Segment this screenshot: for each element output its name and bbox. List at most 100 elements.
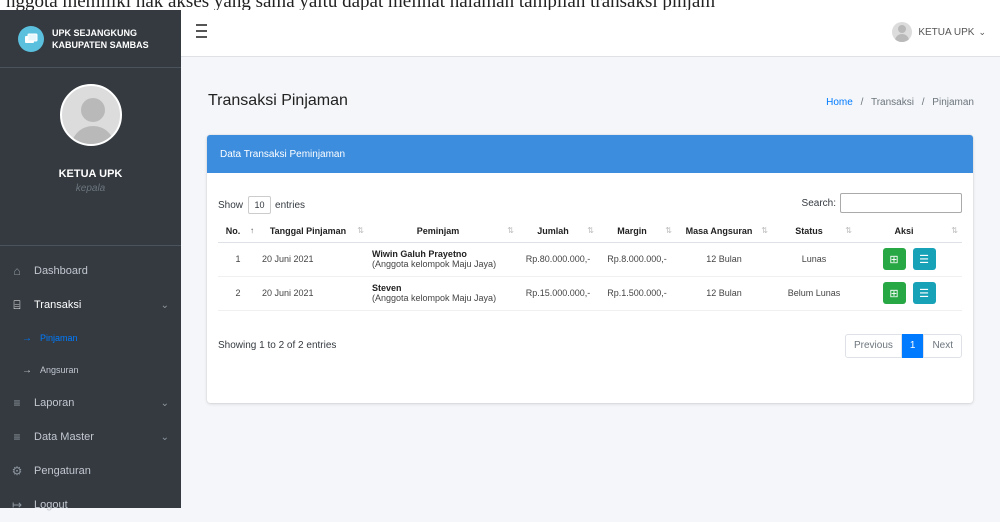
document-caption-strip: nggota memiliki hak akses yang sama yait… <box>0 0 1000 10</box>
user-menu[interactable]: KETUA UPK ⌄ <box>892 22 986 42</box>
installments-button[interactable]: ☰ <box>912 248 936 270</box>
table-header-row: No. ↑ Tanggal Pinjaman ⇅ Peminjam ⇅ Jumlah ⇅… <box>218 221 962 243</box>
sort-asc-icon: ↑ <box>250 226 254 235</box>
brand-name: UPK SEJANGKUNG KABUPATEN SAMBAS <box>52 27 149 51</box>
gear-icon: ⚙ <box>11 464 23 478</box>
user-menu-label: KETUA UPK <box>918 26 975 38</box>
cell-masa-angsuran: 12 Bulan <box>676 276 772 311</box>
column-header-masa-angsuran[interactable]: Masa Angsuran ⇅ <box>676 221 772 243</box>
list-icon: ≡ <box>13 430 21 444</box>
borrower-group: (Anggota kelompok Maju Jaya) <box>372 293 497 303</box>
arrow-right-icon: → <box>22 364 32 376</box>
borrower-name: Wiwin Galuh Prayetno <box>372 249 467 259</box>
sidebar-nav: ⌂ Dashboard ⌸ Transaksi ⌄ → Pinjaman → A… <box>0 246 181 522</box>
sort-icon: ⇅ <box>587 226 594 235</box>
chevron-down-icon: ⌄ <box>160 397 169 409</box>
show-label: Show <box>218 199 244 211</box>
sidebar-item-logout[interactable]: ↦ Logout <box>0 488 181 522</box>
detail-button[interactable]: ⊞ <box>882 282 906 304</box>
sidebar-item-dashboard[interactable]: ⌂ Dashboard <box>0 254 181 288</box>
avatar <box>59 84 122 146</box>
sidebar-item-label: Logout <box>34 499 68 511</box>
detail-button[interactable]: ⊞ <box>882 248 906 270</box>
sidebar-item-label: Angsuran <box>40 365 79 375</box>
installments-button[interactable]: ☰ <box>912 282 936 304</box>
user-name: KETUA UPK <box>58 168 123 180</box>
pagination-previous[interactable]: Previous <box>844 334 902 358</box>
table-info: Showing 1 to 2 of 2 entries <box>218 340 337 351</box>
chevron-down-icon: ⌄ <box>978 26 986 37</box>
brand-line1: UPK SEJANGKUNG <box>52 27 138 38</box>
chevron-down-icon: ⌄ <box>160 299 169 311</box>
table-row: 1 20 Juni 2021 Wiwin Galuh Prayetno (Ang… <box>218 242 962 277</box>
bank-icon: ⌸ <box>13 297 21 312</box>
pagination-page-1[interactable]: 1 <box>901 334 924 358</box>
breadcrumb-separator: / <box>921 97 925 108</box>
breadcrumb-separator: / <box>860 97 864 108</box>
sidebar-item-label: Laporan <box>34 397 75 409</box>
user-panel: KETUA UPK kepala <box>0 84 181 246</box>
sort-icon: ⇅ <box>507 226 514 235</box>
column-header-no[interactable]: No. ↑ <box>218 221 258 243</box>
list-icon: ☰ <box>919 287 929 300</box>
search-label: Search: <box>801 197 836 209</box>
borrower-name: Steven <box>372 283 402 293</box>
home-icon: ⌂ <box>13 264 21 278</box>
loan-transactions-card: Data Transaksi Peminjaman Show 10 entrie… <box>207 135 973 403</box>
cell-tanggal: 20 Juni 2021 <box>258 276 368 311</box>
column-header-jumlah[interactable]: Jumlah ⇅ <box>518 221 598 243</box>
list-icon: ☰ <box>919 253 929 266</box>
cell-tanggal: 20 Juni 2021 <box>258 242 368 277</box>
hamburger-menu-icon[interactable] <box>196 24 207 42</box>
table-controls: Show 10 entries Search: <box>218 192 962 214</box>
sidebar-item-data-master[interactable]: ≡ Data Master ⌄ <box>0 420 181 454</box>
brand-logo-icon <box>18 25 44 52</box>
sidebar-item-pengaturan[interactable]: ⚙ Pengaturan <box>0 454 181 488</box>
entries-label: entries <box>275 199 306 211</box>
table-grid-icon: ⊞ <box>889 287 899 300</box>
sidebar-item-label: Data Master <box>34 431 94 443</box>
sort-icon: ⇅ <box>357 226 364 235</box>
column-header-peminjam[interactable]: Peminjam ⇅ <box>368 221 518 243</box>
brand[interactable]: UPK SEJANGKUNG KABUPATEN SAMBAS <box>0 10 181 68</box>
column-header-aksi[interactable]: Aksi ⇅ <box>856 221 962 243</box>
cell-peminjam: Wiwin Galuh Prayetno (Anggota kelompok M… <box>368 242 518 277</box>
document-caption: nggota memiliki hak akses yang sama yait… <box>6 0 715 10</box>
breadcrumb-home[interactable]: Home <box>826 97 853 108</box>
cell-peminjam: Steven (Anggota kelompok Maju Jaya) <box>368 276 518 311</box>
cell-aksi: ⊞ ☰ <box>856 276 962 311</box>
cell-no: 1 <box>218 242 258 277</box>
sort-icon: ⇅ <box>665 226 672 235</box>
sidebar-item-transaksi[interactable]: ⌸ Transaksi ⌄ <box>0 288 181 322</box>
cell-margin: Rp.8.000.000,- <box>598 242 676 277</box>
column-header-tanggal[interactable]: Tanggal Pinjaman ⇅ <box>258 221 368 243</box>
list-icon: ≡ <box>13 396 21 410</box>
table-footer: Showing 1 to 2 of 2 entries Previous 1 N… <box>218 334 962 358</box>
search-input[interactable] <box>840 193 962 213</box>
main-content: Transaksi Pinjaman Home / Transaksi / Pi… <box>181 57 1000 508</box>
sort-icon: ⇅ <box>951 226 958 235</box>
sidebar-item-angsuran[interactable]: → Angsuran <box>0 354 181 386</box>
breadcrumb-section: Transaksi <box>870 97 914 108</box>
sidebar-item-label: Transaksi <box>34 299 82 311</box>
logout-icon: ↦ <box>11 498 23 512</box>
search-control: Search: <box>802 193 962 213</box>
cell-margin: Rp.1.500.000,- <box>598 276 676 311</box>
sidebar-item-label: Pinjaman <box>40 333 78 343</box>
sidebar-item-label: Dashboard <box>34 265 88 277</box>
loan-table: No. ↑ Tanggal Pinjaman ⇅ Peminjam ⇅ Jumlah ⇅… <box>218 221 962 311</box>
avatar <box>892 22 913 42</box>
pagination-next[interactable]: Next <box>923 334 962 358</box>
column-header-margin[interactable]: Margin ⇅ <box>598 221 676 243</box>
sidebar-item-laporan[interactable]: ≡ Laporan ⌄ <box>0 386 181 420</box>
page-title: Transaksi Pinjaman <box>208 92 348 109</box>
pagination: Previous 1 Next <box>844 334 962 358</box>
borrower-group: (Anggota kelompok Maju Jaya) <box>372 259 497 269</box>
table-row: 2 20 Juni 2021 Steven (Anggota kelompok … <box>218 276 962 311</box>
entries-select[interactable]: 10 <box>248 196 272 214</box>
sidebar-item-pinjaman[interactable]: → Pinjaman <box>0 322 181 354</box>
sidebar-item-label: Pengaturan <box>34 465 91 477</box>
chevron-down-icon: ⌄ <box>160 431 169 443</box>
column-header-status[interactable]: Status ⇅ <box>772 221 856 243</box>
cell-aksi: ⊞ ☰ <box>856 242 962 277</box>
